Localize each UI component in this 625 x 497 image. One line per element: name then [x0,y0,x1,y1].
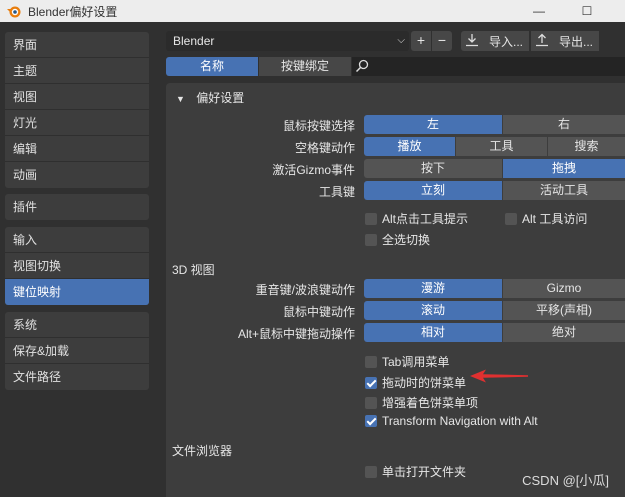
file-browser-section-title: 文件浏览器 [172,444,233,458]
gizmo-drag[interactable]: 拖拽 [503,159,625,178]
middle-mouse-label: 鼠标中键动作 [282,305,355,319]
sidebar-group-interface: 界面 主题 视图 灯光 编辑 动画 [5,32,149,188]
select-all-toggle-checkbox[interactable]: 全选切换 [365,231,430,248]
tab-pie-checkbox[interactable]: Tab调用菜单 [365,353,449,370]
alt-middle-drag-absolute[interactable]: 绝对 [503,323,625,342]
gizmo-event-label: 激活Gizmo事件 [272,163,355,177]
transform-nav-alt-checkbox[interactable]: Transform Navigation with Alt [365,414,538,428]
export-label: 导出... [559,34,594,49]
main-area: Blender ⌵ + − 导入... 导出... 名称 按键绑定 ▼ 偏好设置 [158,22,625,497]
alt-click-tooltip-label: Alt点击工具提示 [382,212,469,226]
alt-middle-drag-label: Alt+鼠标中键拖动操作 [237,327,355,341]
sidebar-group-input: 输入 视图切换 键位映射 [5,227,149,305]
sidebar-item-navigation[interactable]: 视图切换 [5,253,149,279]
preferences-panel-header[interactable]: ▼ 偏好设置 [176,89,244,106]
export-icon [531,33,553,50]
tilde-gizmo[interactable]: Gizmo [503,279,625,298]
keymap-search-input[interactable] [352,57,625,76]
extra-shading-pie-label: 增强着色饼菜单项 [382,396,479,410]
sidebar-item-interface[interactable]: 界面 [5,32,149,58]
checkbox-icon [365,233,377,246]
import-icon [461,33,483,50]
keymap-filter-row: 名称 按键绑定 [166,57,625,76]
mouse-select-right[interactable]: 右 [503,115,625,134]
mouse-select-left[interactable]: 左 [364,115,502,134]
search-icon [355,59,369,73]
single-click-open-label: 单击打开文件夹 [382,465,467,479]
tool-keys-label: 工具键 [318,185,355,199]
keymap-preset-dropdown[interactable]: Blender ⌵ [166,31,409,51]
import-button[interactable]: 导入... [461,31,530,51]
middle-mouse-pan[interactable]: 平移(声相) [503,301,625,320]
sidebar: 界面 主题 视图 灯光 编辑 动画 插件 输入 视图切换 键位映射 系统 保存&… [0,22,158,497]
blender-logo-icon [7,6,21,18]
sidebar-item-themes[interactable]: 主题 [5,58,149,84]
checkbox-icon [365,396,377,409]
remove-preset-button[interactable]: − [432,31,452,51]
checkbox-checked-icon [365,415,377,427]
export-button[interactable]: 导出... [531,31,600,51]
spacebar-action-label: 空格键动作 [294,141,355,155]
transform-nav-alt-label: Transform Navigation with Alt [382,414,538,428]
tool-keys-immediate[interactable]: 立刻 [364,181,502,200]
tab-keybinding[interactable]: 按键绑定 [259,57,351,76]
gizmo-press[interactable]: 按下 [364,159,502,178]
preferences-header-label: 偏好设置 [196,91,245,105]
maximize-button[interactable]: ☐ [564,0,610,22]
alt-tool-access-checkbox[interactable]: Alt 工具访问 [505,210,587,227]
spacebar-search[interactable]: 搜索 [548,137,625,156]
sidebar-item-viewport[interactable]: 视图 [5,84,149,110]
tilde-action-label: 重音键/波浪键动作 [255,283,355,297]
keymap-preset-value: Blender [173,34,215,48]
extra-shading-pie-checkbox[interactable]: 增强着色饼菜单项 [365,394,478,411]
sidebar-item-editing[interactable]: 编辑 [5,136,149,162]
checkbox-checked-icon [365,376,377,389]
sidebar-item-animation[interactable]: 动画 [5,162,149,188]
sidebar-group-addons: 插件 [5,194,149,220]
add-preset-button[interactable]: + [411,31,431,51]
checkbox-icon [365,355,377,368]
tab-name[interactable]: 名称 [166,57,258,76]
keymap-toolbar: Blender ⌵ + − 导入... 导出... [166,31,600,51]
checkbox-icon [365,212,377,225]
tilde-navigate[interactable]: 漫游 [364,279,502,298]
alt-click-tooltip-checkbox[interactable]: Alt点击工具提示 [365,210,468,227]
tab-pie-label: Tab调用菜单 [382,355,450,369]
import-label: 导入... [489,34,524,49]
title-bar: Blender偏好设置 — ☐ [0,0,625,22]
alt-middle-drag-relative[interactable]: 相对 [364,323,502,342]
checkbox-icon [365,465,377,478]
minimize-button[interactable]: — [516,0,562,22]
middle-mouse-orbit[interactable]: 滚动 [364,301,502,320]
watermark: CSDN @[小瓜] [522,473,609,488]
chevron-down-icon: ⌵ [397,35,405,46]
single-click-open-checkbox[interactable]: 单击打开文件夹 [365,463,466,480]
disclosure-triangle-icon: ▼ [176,94,185,104]
sidebar-item-keymap[interactable]: 键位映射 [5,279,149,305]
sidebar-item-save-load[interactable]: 保存&加载 [5,338,149,364]
preferences-panel: ▼ 偏好设置 鼠标按键选择 左 右 空格键动作 播放 工具 搜索 激活Gizmo… [166,83,625,497]
pie-on-drag-label: 拖动时的饼菜单 [382,376,467,390]
mouse-select-label: 鼠标按键选择 [282,119,355,133]
annotation-arrow-icon [470,369,528,383]
view3d-section-title: 3D 视图 [172,263,215,277]
alt-tool-access-label: Alt 工具访问 [522,212,588,226]
pie-on-drag-checkbox[interactable]: 拖动时的饼菜单 [365,374,466,391]
spacebar-tools[interactable]: 工具 [456,137,547,156]
spacebar-play[interactable]: 播放 [364,137,455,156]
sidebar-item-addons[interactable]: 插件 [5,194,149,220]
sidebar-group-system: 系统 保存&加载 文件路径 [5,312,149,390]
sidebar-item-lights[interactable]: 灯光 [5,110,149,136]
window-title: Blender偏好设置 [28,5,118,19]
tool-keys-active-tool[interactable]: 活动工具 [503,181,625,200]
sidebar-item-file-paths[interactable]: 文件路径 [5,364,149,390]
checkbox-icon [505,212,517,225]
select-all-toggle-label: 全选切换 [382,233,431,247]
sidebar-item-input[interactable]: 输入 [5,227,149,253]
sidebar-item-system[interactable]: 系统 [5,312,149,338]
